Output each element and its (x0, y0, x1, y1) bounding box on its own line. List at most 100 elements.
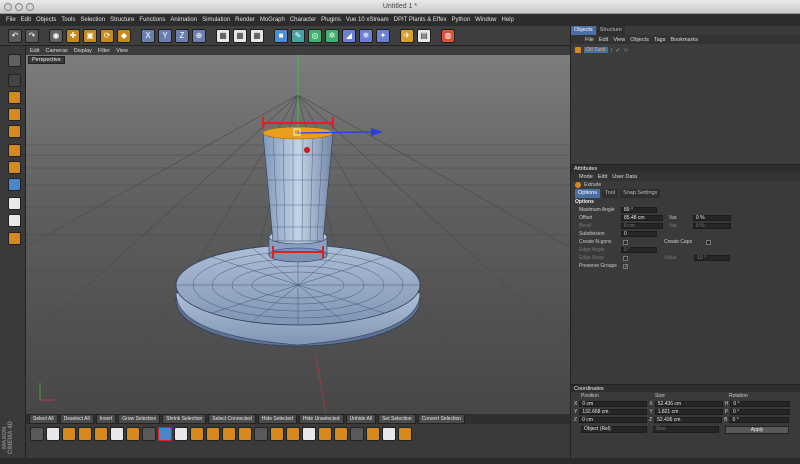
polygons-mode-icon[interactable] (8, 178, 21, 191)
snapping-icon[interactable] (8, 232, 21, 245)
close-window-button[interactable] (4, 3, 12, 11)
deformer-icon[interactable]: ◢ (342, 28, 356, 43)
tab-objects[interactable]: Objects (571, 26, 596, 35)
selection-button-set-selection[interactable]: Set Selection (378, 414, 416, 424)
selection-button-select-all[interactable]: Select All (29, 414, 58, 424)
position-z-field[interactable]: 0 cm (579, 417, 648, 423)
rotation-b-field[interactable]: 0 ° (729, 417, 790, 423)
objects-menu-edit[interactable]: Edit (599, 37, 608, 43)
size-x-field[interactable]: 52.436 cm (654, 401, 723, 407)
menu-help[interactable]: Help (502, 17, 514, 23)
menu-functions[interactable]: Functions (139, 17, 165, 23)
rectangle-select-icon[interactable] (46, 427, 60, 441)
list-item[interactable]: Oil Tank ∶ ✓ ⁘ (575, 46, 796, 54)
knife-icon[interactable] (62, 427, 76, 441)
live-selection-icon[interactable]: ◉ (49, 28, 63, 43)
selection-button-invert[interactable]: Invert (95, 414, 117, 424)
light-icon[interactable]: ▤ (417, 28, 431, 43)
position-x-field[interactable]: 0 cm (579, 401, 648, 407)
apply-button[interactable]: Apply (725, 425, 789, 434)
max-angle-field[interactable]: 89 ° (621, 207, 657, 213)
minimize-window-button[interactable] (15, 3, 23, 11)
selection-button-hide-selected[interactable]: Hide Selected (257, 414, 297, 424)
selection-button-unhide-all[interactable]: Unhide All (345, 414, 377, 424)
viewport-menu-view[interactable]: View (116, 48, 128, 54)
selection-button-select-connected[interactable]: Select Connected (208, 414, 256, 424)
visibility-dots-icon[interactable]: ∶ (611, 47, 613, 54)
viewport-menu-edit[interactable]: Edit (30, 48, 39, 54)
make-editable-icon[interactable] (8, 54, 21, 67)
bridge-icon[interactable] (126, 427, 140, 441)
offset-var-field[interactable]: 0 % (693, 215, 731, 221)
menu-file[interactable]: File (6, 17, 16, 23)
extrude-inner-icon[interactable] (174, 427, 188, 441)
array-icon[interactable]: ✲ (325, 28, 339, 43)
menu-simulation[interactable]: Simulation (202, 17, 230, 23)
magnet-tool-icon[interactable] (398, 427, 412, 441)
render-picture-viewer-icon[interactable]: ▦ (233, 28, 247, 43)
attributes-menu-edit[interactable]: Edit (598, 174, 607, 180)
create-polygon-icon[interactable] (142, 427, 156, 441)
camera-icon[interactable]: ✈ (400, 28, 414, 43)
axis-mode-icon[interactable] (8, 125, 21, 138)
edge-angle-field[interactable]: 0 ° (621, 247, 657, 253)
y-axis-lock-icon[interactable]: Y (158, 28, 172, 43)
bevel-field[interactable]: 0 cm (621, 223, 663, 229)
menu-character[interactable]: Character (290, 17, 316, 23)
slide-icon[interactable] (350, 427, 364, 441)
magnet-icon[interactable] (78, 427, 92, 441)
menu-edit[interactable]: Edit (21, 17, 31, 23)
menu-animation[interactable]: Animation (170, 17, 197, 23)
phong-tag-icon[interactable]: ⁘ (623, 47, 628, 54)
selection-button-convert-selection[interactable]: Convert Selection (417, 414, 466, 424)
menu-selection[interactable]: Selection (80, 17, 105, 23)
mirror-icon[interactable] (318, 427, 332, 441)
live-select-icon[interactable] (30, 427, 44, 441)
coordinate-system-icon[interactable]: ⊕ (192, 28, 206, 43)
iron-icon[interactable] (110, 427, 124, 441)
render-view-icon[interactable]: ▦ (216, 28, 230, 43)
objects-menu-view[interactable]: View (613, 37, 625, 43)
enabled-check-icon[interactable]: ✓ (615, 47, 620, 54)
move-tool-icon[interactable]: ✚ (66, 28, 80, 43)
viewport-menu-filter[interactable]: Filter (98, 48, 110, 54)
menu-tools[interactable]: Tools (61, 17, 75, 23)
rotation-p-field[interactable]: 0 ° (730, 409, 791, 415)
extrude-tool-icon[interactable] (158, 427, 172, 441)
stitch-and-sew-icon[interactable] (382, 427, 396, 441)
preserve-groups-checkbox[interactable]: ✓ (623, 263, 628, 269)
cube-primitive-icon[interactable]: ■ (274, 28, 288, 43)
points-mode-icon[interactable] (8, 144, 21, 157)
model-mode-icon[interactable] (8, 74, 21, 87)
scene-icon[interactable]: ❄ (359, 28, 373, 43)
menu-vue-10-xstream[interactable]: Vue 10 xStream (346, 17, 389, 23)
scale-tool-icon[interactable]: ▣ (83, 28, 97, 43)
objects-menu-objects[interactable]: Objects (630, 37, 649, 43)
menu-window[interactable]: Window (475, 17, 496, 23)
rotation-h-field[interactable]: 0 ° (730, 401, 791, 407)
gizmo-x-handle[interactable] (304, 147, 310, 153)
tab-tool[interactable]: Tool (601, 189, 619, 198)
normal-move-icon[interactable] (238, 427, 252, 441)
spline-pen-icon[interactable]: ✎ (291, 28, 305, 43)
selection-button-shrink-selection[interactable]: Shrink Selection (162, 414, 207, 424)
normal-rotate-icon[interactable] (270, 427, 284, 441)
objects-menu-bookmarks[interactable]: Bookmarks (670, 37, 698, 43)
objects-menu-file[interactable]: File (585, 37, 594, 43)
tab-options[interactable]: Options (575, 189, 600, 198)
enable-axis-icon[interactable] (8, 197, 21, 210)
texture-mode-icon[interactable] (8, 108, 21, 121)
viewport-menu-display[interactable]: Display (74, 48, 92, 54)
x-axis-lock-icon[interactable]: X (141, 28, 155, 43)
set-point-value-icon[interactable] (366, 427, 380, 441)
selection-button-grow-selection[interactable]: Grow Selection (118, 414, 161, 424)
size-y-field[interactable]: 1.821 cm (654, 409, 723, 415)
subdivision-field[interactable]: 0 (621, 231, 657, 237)
viewport-menu-cameras[interactable]: Cameras (45, 48, 67, 54)
recent-tool-icon[interactable]: ◆ (117, 28, 131, 43)
align-normals-icon[interactable] (286, 427, 300, 441)
attributes-menu-mode[interactable]: Mode (579, 174, 593, 180)
menu-structure[interactable]: Structure (110, 17, 134, 23)
bevel-icon[interactable] (190, 427, 204, 441)
environment-icon[interactable]: ✦ (376, 28, 390, 43)
